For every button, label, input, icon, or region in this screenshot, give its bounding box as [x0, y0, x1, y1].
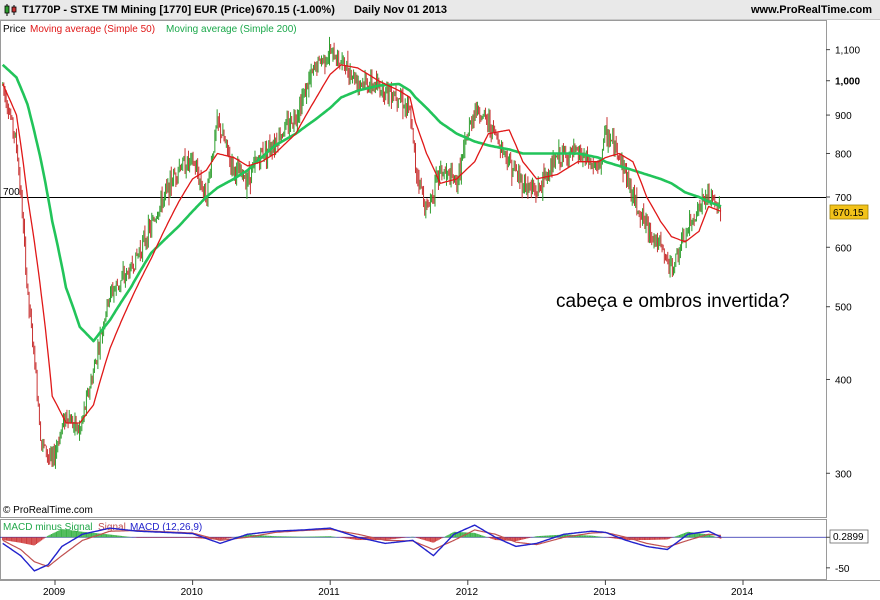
price-y-tick-label: 300: [835, 469, 852, 480]
price-y-tick-label: 500: [835, 303, 852, 314]
legend-ma50: Moving average (Simple 50): [30, 24, 155, 35]
x-axis: 2009 2010 2011 2012 2013 2014: [43, 580, 754, 598]
legend-ma200: Moving average (Simple 200): [166, 24, 297, 35]
macd-last-label: 0.2899: [833, 532, 864, 543]
price-y-tick-label: 700: [835, 193, 852, 204]
chart-canvas: Price Moving average (Simple 50) Moving …: [0, 20, 880, 598]
x-tick-label: 2014: [731, 587, 754, 598]
price-y-tick-label: 900: [835, 111, 852, 122]
price-y-tick-label: 1,000: [835, 77, 860, 88]
hline-700-label: 700: [3, 187, 20, 198]
last-price-label: 670.15: [833, 208, 864, 219]
macd-y-tick-label: -50: [835, 564, 850, 575]
x-tick-label: 2013: [593, 587, 616, 598]
x-tick-label: 2011: [318, 587, 340, 598]
copyright-text: © ProRealTime.com: [3, 505, 93, 516]
price-y-axis: 1,100 1,000 900 800 700 600 500 400 300: [826, 46, 860, 480]
price-y-tick-label: 600: [835, 243, 852, 254]
price-y-tick-label: 400: [835, 375, 852, 386]
price-y-tick-label: 1,100: [835, 46, 860, 57]
x-tick-label: 2012: [456, 587, 479, 598]
price-y-tick-label: 800: [835, 149, 852, 160]
chart-annotation: cabeça e ombros invertida?: [556, 291, 789, 312]
legend-price: Price: [3, 24, 26, 35]
x-tick-label: 2010: [181, 587, 204, 598]
x-tick-label: 2009: [43, 587, 66, 598]
